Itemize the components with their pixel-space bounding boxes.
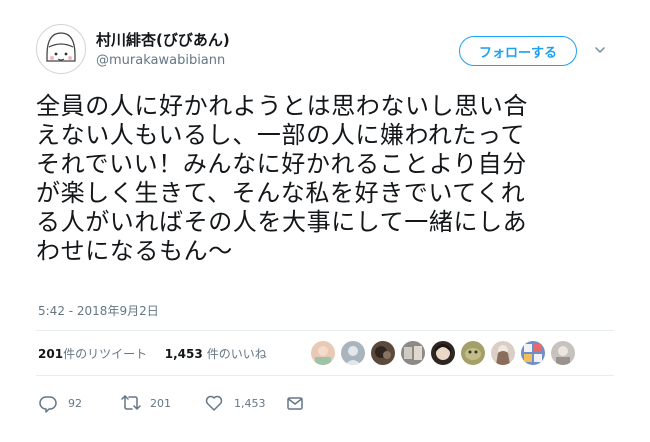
liker-avatar-9 xyxy=(551,341,575,365)
avatar[interactable] xyxy=(36,24,86,74)
tweet-actions: 92 201 1,453 xyxy=(38,393,338,415)
heart-icon xyxy=(205,395,223,411)
like-button[interactable]: 1,453 xyxy=(204,393,284,415)
envelope-icon xyxy=(287,397,303,410)
liker-avatar[interactable] xyxy=(491,341,515,365)
chevron-down-icon[interactable] xyxy=(593,43,607,57)
tweet-line: それでいい！みんなに好かれることより自分 xyxy=(36,150,527,178)
liker-avatar-7 xyxy=(491,341,515,365)
liker-avatar[interactable] xyxy=(431,341,455,365)
like-stat-label[interactable]: 件のいいね xyxy=(207,347,267,361)
reply-count: 92 xyxy=(68,397,82,410)
tweet-stats: 201件のリツイート 1,453 件のいいね xyxy=(38,345,267,362)
liker-avatar[interactable] xyxy=(551,341,575,365)
direct-message-button[interactable] xyxy=(285,393,307,415)
tweet-timestamp[interactable]: 5:42 - 2018年9月2日 xyxy=(38,302,159,319)
tweet-line: る人がいればその人を大事にして一緒にしあ xyxy=(36,208,528,236)
liker-avatar[interactable] xyxy=(371,341,395,365)
reply-icon xyxy=(39,396,57,413)
user-handle[interactable]: @murakawabibiann xyxy=(96,53,225,68)
liker-avatar[interactable] xyxy=(401,341,425,365)
liker-avatar[interactable] xyxy=(461,341,485,365)
display-name[interactable]: 村川緋杏(びびあん) xyxy=(96,29,230,50)
tweet-line: が楽しく生きて、そんな私を好きでいてくれ xyxy=(36,179,526,207)
retweet-count-stat[interactable]: 201 xyxy=(38,347,63,361)
liker-avatar-1 xyxy=(311,341,335,365)
liker-avatar-3 xyxy=(371,341,395,365)
liker-avatar-8 xyxy=(521,341,545,365)
liker-avatar[interactable] xyxy=(521,341,545,365)
reply-button[interactable]: 92 xyxy=(38,393,98,415)
divider xyxy=(36,330,614,331)
liker-avatar-2 xyxy=(341,341,365,365)
tweet-text: 全員の人に好かれようとは思わないし思い合 えない人もいるし、一部の人に嫌われたっ… xyxy=(36,92,616,266)
retweet-stat-label[interactable]: 件のリツイート xyxy=(63,347,147,361)
liker-avatar[interactable] xyxy=(311,341,335,365)
retweet-count: 201 xyxy=(150,397,171,410)
follow-button[interactable]: フォローする xyxy=(459,36,577,66)
like-count-stat[interactable]: 1,453 xyxy=(165,347,203,361)
liker-avatar-6 xyxy=(461,341,485,365)
retweet-icon xyxy=(121,395,141,410)
liker-avatar-5 xyxy=(431,341,455,365)
avatar-drawing-icon xyxy=(46,32,76,62)
liker-avatar-4 xyxy=(401,341,425,365)
tweet-line: えない人もいるし、一部の人に嫌われたって xyxy=(36,121,526,149)
retweet-button[interactable]: 201 xyxy=(120,393,190,415)
liker-avatar[interactable] xyxy=(341,341,365,365)
tweet-line: 全員の人に好かれようとは思わないし思い合 xyxy=(36,92,528,120)
like-count: 1,453 xyxy=(234,397,266,410)
divider xyxy=(36,375,614,376)
tweet-line: わせになるもん〜 xyxy=(36,237,233,265)
